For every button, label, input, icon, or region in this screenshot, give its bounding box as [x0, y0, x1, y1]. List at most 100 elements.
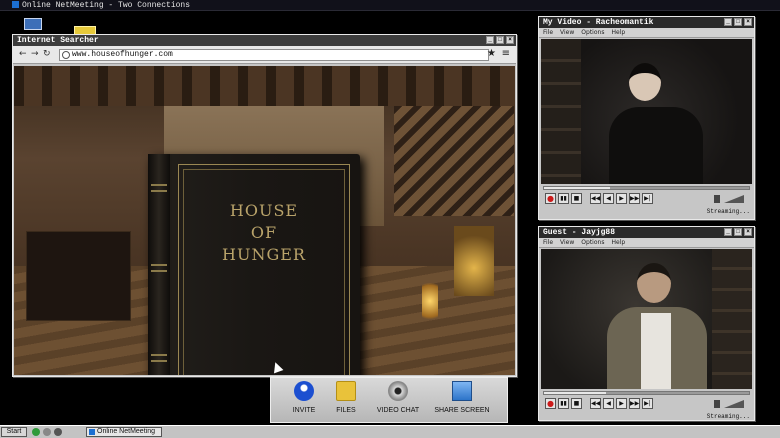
lit-doorway: [454, 226, 494, 296]
guest-menubar: File View Options Help: [539, 238, 754, 248]
guest-progress-bar[interactable]: [543, 391, 750, 395]
book-ornament-border: [178, 164, 350, 375]
bookshelf: [541, 39, 581, 184]
rewind-button[interactable]: ◀◀: [590, 398, 601, 409]
webcam-person: [601, 261, 711, 389]
menu-icon[interactable]: ≡: [502, 48, 510, 59]
menu-options[interactable]: Options: [581, 28, 604, 37]
volume-slider[interactable]: [714, 400, 744, 408]
my-video-feed: [541, 39, 752, 184]
url-text: www.houseofhunger.com: [72, 50, 173, 59]
video-chat-label: VIDEO CHAT: [376, 407, 420, 414]
minimize-button[interactable]: _: [724, 228, 732, 236]
guest-controls: ● ▮▮ ■ ◀◀ ◀ ▶ ▶▶ ▶|: [543, 397, 750, 413]
step-back-button[interactable]: ◀: [603, 193, 614, 204]
record-button[interactable]: ●: [545, 193, 556, 204]
candle-glow: [422, 276, 438, 326]
task-label: Online NetMeeting: [97, 428, 155, 435]
piano: [26, 231, 131, 321]
fast-forward-button[interactable]: ▶▶: [629, 193, 640, 204]
reload-icon[interactable]: ↻: [43, 49, 51, 59]
record-button[interactable]: ●: [545, 398, 556, 409]
share-screen-label: SHARE SCREEN: [434, 407, 490, 414]
menu-view[interactable]: View: [560, 28, 574, 37]
os-title: Online NetMeeting - Two Connections: [22, 1, 191, 10]
settings-icon[interactable]: [43, 428, 51, 436]
skip-end-button[interactable]: ▶|: [642, 398, 653, 409]
book-title-line-1: HOUSE: [229, 201, 299, 220]
close-button[interactable]: ×: [506, 36, 514, 44]
maximize-button[interactable]: □: [734, 18, 742, 26]
my-video-title: My Video - Racheomantik: [543, 18, 654, 27]
guest-title: Guest - Jayjg88: [543, 228, 616, 237]
globe-icon: [62, 51, 70, 59]
pause-button[interactable]: ▮▮: [558, 398, 569, 409]
ceiling-beams: [14, 66, 515, 106]
app-icon: [12, 1, 19, 8]
menu-options[interactable]: Options: [581, 238, 604, 247]
guest-video-window[interactable]: Guest - Jayjg88 _ □ × File View Options …: [538, 226, 755, 421]
my-video-window[interactable]: My Video - Racheomantik _ □ × File View …: [538, 16, 755, 220]
video-chat-button[interactable]: VIDEO CHAT: [369, 381, 427, 414]
maximize-button[interactable]: □: [496, 36, 504, 44]
browser-window[interactable]: Internet Searcher _ □ × ← → ↻ www.houseo…: [12, 34, 517, 377]
play-button[interactable]: ▶: [616, 398, 627, 409]
app-icon: [89, 429, 95, 435]
back-arrow-icon[interactable]: ←: [19, 49, 27, 59]
volume-slider[interactable]: [714, 195, 744, 203]
clock-icon[interactable]: [54, 428, 62, 436]
url-input[interactable]: www.houseofhunger.com: [59, 49, 489, 61]
book-title-line-2: OF: [250, 223, 278, 242]
my-video-status: Streaming...: [706, 208, 750, 215]
pause-button[interactable]: ▮▮: [558, 193, 569, 204]
address-toolbar: ← → ↻ www.houseofhunger.com ★ ≡: [13, 46, 516, 64]
files-button[interactable]: FILES: [317, 381, 375, 414]
stop-button[interactable]: ■: [571, 193, 582, 204]
book-spine: [148, 154, 170, 375]
step-back-button[interactable]: ◀: [603, 398, 614, 409]
bookmark-star-icon[interactable]: ★: [487, 48, 496, 59]
browser-title-bar[interactable]: Internet Searcher _ □ ×: [13, 35, 516, 46]
computer-icon[interactable]: [22, 14, 48, 32]
webcam-person: [601, 59, 711, 184]
bookshelf: [712, 249, 752, 389]
mail-icon[interactable]: [72, 14, 98, 38]
taskbar: Start Online NetMeeting: [0, 425, 780, 438]
close-button[interactable]: ×: [744, 228, 752, 236]
network-icon[interactable]: [32, 428, 40, 436]
minimize-button[interactable]: _: [724, 18, 732, 26]
menu-file[interactable]: File: [543, 28, 553, 37]
rewind-button[interactable]: ◀◀: [590, 193, 601, 204]
book-title: HOUSE OF HUNGER: [178, 200, 350, 266]
webcam-icon: [388, 381, 408, 401]
start-button[interactable]: Start: [1, 427, 27, 437]
guest-title-bar[interactable]: Guest - Jayjg88 _ □ ×: [539, 227, 754, 238]
maximize-button[interactable]: □: [734, 228, 742, 236]
stop-button[interactable]: ■: [571, 398, 582, 409]
taskbar-item-netmeeting[interactable]: Online NetMeeting: [86, 427, 162, 437]
my-video-progress-bar[interactable]: [543, 186, 750, 190]
speaker-icon: [714, 195, 720, 203]
menu-file[interactable]: File: [543, 238, 553, 247]
play-button[interactable]: ▶: [616, 193, 627, 204]
my-video-menubar: File View Options Help: [539, 28, 754, 38]
menu-help[interactable]: Help: [611, 28, 625, 37]
folder-icon: [336, 381, 356, 401]
close-button[interactable]: ×: [744, 18, 752, 26]
my-video-title-bar[interactable]: My Video - Racheomantik _ □ ×: [539, 17, 754, 28]
meeting-dock: INVITE FILES VIDEO CHAT SHARE SCREEN: [270, 377, 508, 423]
guest-video-feed: [541, 249, 752, 389]
menu-view[interactable]: View: [560, 238, 574, 247]
skip-end-button[interactable]: ▶|: [642, 193, 653, 204]
minimize-button[interactable]: _: [486, 36, 494, 44]
menu-help[interactable]: Help: [611, 238, 625, 247]
web-page-content: HOUSE OF HUNGER: [14, 66, 515, 375]
speaker-icon: [714, 400, 720, 408]
files-label: FILES: [336, 407, 356, 414]
house-of-hunger-book[interactable]: HOUSE OF HUNGER: [148, 154, 360, 375]
book-title-line-3: HUNGER: [222, 245, 306, 264]
monitor-icon: [452, 381, 472, 401]
fast-forward-button[interactable]: ▶▶: [629, 398, 640, 409]
forward-arrow-icon[interactable]: →: [31, 49, 39, 59]
share-screen-button[interactable]: SHARE SCREEN: [433, 381, 491, 414]
